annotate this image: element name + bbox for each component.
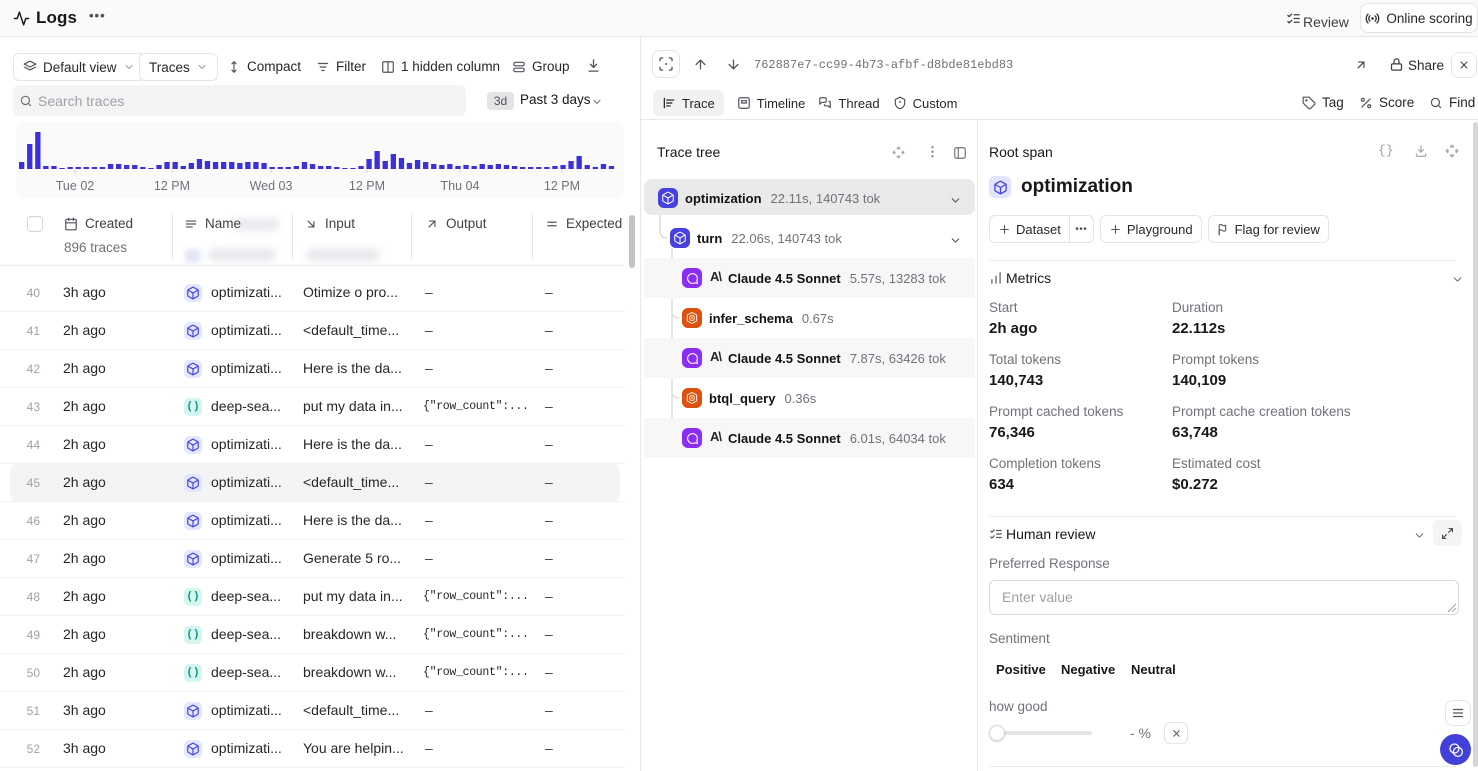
svg-text:Thu 04: Thu 04: [441, 179, 480, 193]
svg-text:Wed 03: Wed 03: [250, 179, 293, 193]
svg-text:12 PM: 12 PM: [544, 179, 580, 193]
svg-text:12 PM: 12 PM: [154, 179, 190, 193]
svg-text:12 PM: 12 PM: [349, 179, 385, 193]
svg-text:Tue 02: Tue 02: [56, 179, 95, 193]
